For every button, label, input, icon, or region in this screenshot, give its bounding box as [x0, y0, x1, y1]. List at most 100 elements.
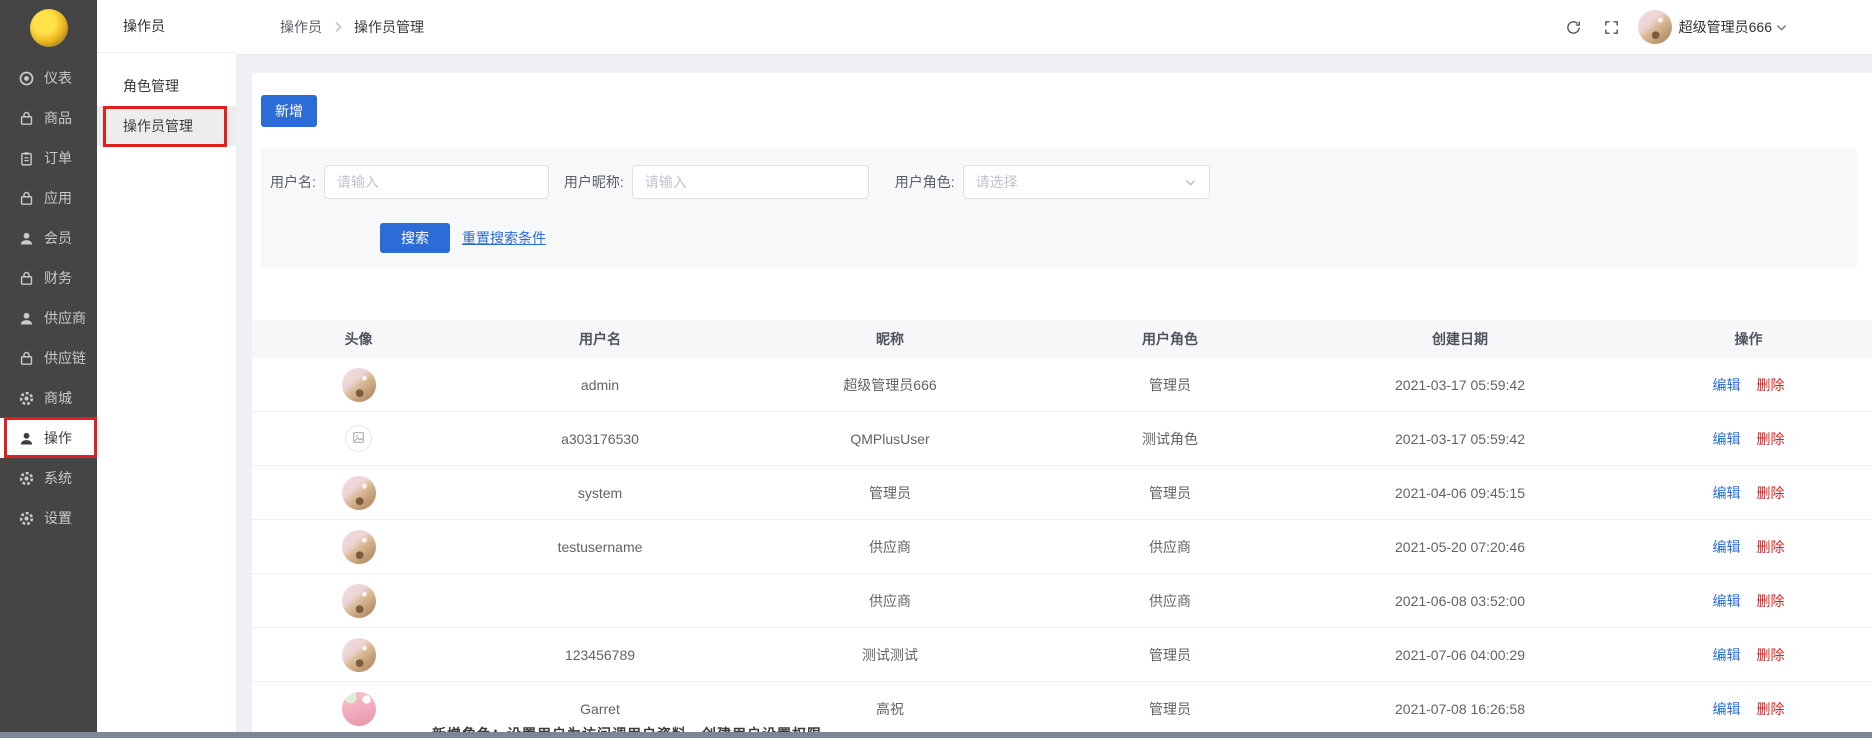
- user-icon: [18, 230, 35, 247]
- sidebar-item-orders[interactable]: 订单: [0, 138, 97, 178]
- sidebar-item-apps[interactable]: 应用: [0, 178, 97, 218]
- delete-link[interactable]: 删除: [1757, 539, 1785, 555]
- sidebar-item-finance[interactable]: 财务: [0, 258, 97, 298]
- sidebar-item-label: 供应商: [44, 308, 86, 328]
- fullscreen-icon[interactable]: [1603, 19, 1620, 36]
- search-button[interactable]: 搜索: [380, 223, 450, 253]
- delete-link[interactable]: 删除: [1757, 701, 1785, 717]
- delete-link[interactable]: 删除: [1757, 431, 1785, 447]
- cell-avatar: [252, 584, 465, 618]
- clipboard-icon: [18, 150, 35, 167]
- window-bottom-strip: [0, 732, 1872, 738]
- row-avatar: [342, 638, 376, 672]
- add-button[interactable]: 新增: [261, 95, 317, 127]
- sidebar-item-supply-chain[interactable]: 供应链: [0, 338, 97, 378]
- cell-username: admin: [465, 377, 735, 393]
- search-field-0: 用户名:: [270, 165, 549, 199]
- edit-link[interactable]: 编辑: [1713, 485, 1741, 501]
- user-name: 超级管理员666: [1679, 17, 1772, 37]
- sidebar-item-system[interactable]: 系统: [0, 458, 97, 498]
- sidebar-item-label: 会员: [44, 228, 72, 248]
- cell-created: 2021-07-08 16:26:58: [1295, 701, 1625, 717]
- row-avatar: [345, 425, 372, 452]
- row-avatar: [342, 368, 376, 402]
- gear-icon: [18, 470, 35, 487]
- sidebar-item-mall[interactable]: 商城: [0, 378, 97, 418]
- sidebar-item-dashboard[interactable]: 仪表: [0, 58, 97, 98]
- search-input-1[interactable]: [632, 165, 869, 199]
- sidebar-item-members[interactable]: 会员: [0, 218, 97, 258]
- cell-username: Garret: [465, 701, 735, 717]
- delete-link[interactable]: 删除: [1757, 647, 1785, 663]
- sidebar-item-operation[interactable]: 操作: [0, 418, 97, 458]
- delete-link[interactable]: 删除: [1757, 485, 1785, 501]
- user-menu[interactable]: 超级管理员666: [1638, 10, 1788, 44]
- user-icon: [18, 430, 35, 447]
- row-avatar: [342, 584, 376, 618]
- edit-link[interactable]: 编辑: [1713, 539, 1741, 555]
- submenu-item-operator-management[interactable]: 操作员管理: [97, 106, 236, 146]
- cell-avatar: [252, 368, 465, 402]
- table-row: admin超级管理员666管理员2021-03-17 05:59:42编辑删除: [252, 358, 1872, 412]
- gauge-icon: [18, 70, 35, 87]
- cell-created: 2021-03-17 05:59:42: [1295, 431, 1625, 447]
- reset-search-link[interactable]: 重置搜索条件: [462, 228, 546, 248]
- cell-nickname: QMPlusUser: [735, 431, 1045, 447]
- search-input-0[interactable]: [324, 165, 549, 199]
- bag-icon: [18, 190, 35, 207]
- select-placeholder: 请选择: [976, 172, 1018, 192]
- user-icon: [18, 310, 35, 327]
- search-field-2: 用户角色:请选择: [895, 165, 1210, 199]
- cell-role: 管理员: [1045, 645, 1295, 665]
- breadcrumb-item-operator[interactable]: 操作员: [280, 17, 322, 37]
- row-avatar: [342, 530, 376, 564]
- app-logo: [30, 9, 68, 47]
- sidebar-item-label: 商品: [44, 108, 72, 128]
- content-card: 新增 用户名:用户昵称:用户角色:请选择 搜索 重置搜索条件 头像用户名昵称用户…: [252, 73, 1872, 732]
- operators-table: 头像用户名昵称用户角色创建日期操作 admin超级管理员666管理员2021-0…: [252, 320, 1872, 732]
- user-avatar: [1638, 10, 1672, 44]
- cell-nickname: 超级管理员666: [735, 375, 1045, 395]
- bag-icon: [18, 110, 35, 127]
- table-row: testusername供应商供应商2021-05-20 07:20:46编辑删…: [252, 520, 1872, 574]
- cell-actions: 编辑删除: [1625, 375, 1872, 395]
- edit-link[interactable]: 编辑: [1713, 377, 1741, 393]
- sidebar-item-settings[interactable]: 设置: [0, 498, 97, 538]
- gear-icon: [18, 390, 35, 407]
- submenu-item-role-management[interactable]: 角色管理: [97, 66, 236, 106]
- cell-avatar: [252, 638, 465, 672]
- cell-username: 123456789: [465, 647, 735, 663]
- cell-avatar: [252, 530, 465, 564]
- edit-link[interactable]: 编辑: [1713, 701, 1741, 717]
- delete-link[interactable]: 删除: [1757, 593, 1785, 609]
- sidebar-item-label: 操作: [44, 428, 72, 448]
- chevron-right-icon: [331, 20, 345, 34]
- delete-link[interactable]: 删除: [1757, 377, 1785, 393]
- column-header-1: 用户名: [465, 329, 735, 349]
- search-field-label: 用户名:: [270, 172, 316, 192]
- table-row: a303176530QMPlusUser测试角色2021-03-17 05:59…: [252, 412, 1872, 466]
- gear-icon: [18, 510, 35, 527]
- column-header-5: 操作: [1625, 329, 1872, 349]
- cell-nickname: 管理员: [735, 483, 1045, 503]
- cell-actions: 编辑删除: [1625, 591, 1872, 611]
- submenu-list: 角色管理操作员管理: [97, 66, 236, 146]
- sidebar-item-goods[interactable]: 商品: [0, 98, 97, 138]
- bag-icon: [18, 270, 35, 287]
- role-select[interactable]: 请选择: [963, 165, 1210, 199]
- table-row: 供应商供应商2021-06-08 03:52:00编辑删除: [252, 574, 1872, 628]
- primary-sidebar: 仪表商品订单应用会员财务供应商供应链商城操作系统设置: [0, 0, 97, 732]
- search-panel: 用户名:用户昵称:用户角色:请选择 搜索 重置搜索条件: [261, 149, 1857, 268]
- search-actions: 搜索 重置搜索条件: [380, 223, 1857, 253]
- cell-actions: 编辑删除: [1625, 537, 1872, 557]
- edit-link[interactable]: 编辑: [1713, 647, 1741, 663]
- cell-nickname: 供应商: [735, 591, 1045, 611]
- refresh-icon[interactable]: [1565, 19, 1582, 36]
- cell-username: testusername: [465, 539, 735, 555]
- sidebar-item-supplier[interactable]: 供应商: [0, 298, 97, 338]
- cell-avatar: [252, 476, 465, 510]
- breadcrumb-item-operator-management: 操作员管理: [354, 17, 424, 37]
- edit-link[interactable]: 编辑: [1713, 431, 1741, 447]
- edit-link[interactable]: 编辑: [1713, 593, 1741, 609]
- table-body: admin超级管理员666管理员2021-03-17 05:59:42编辑删除a…: [252, 358, 1872, 732]
